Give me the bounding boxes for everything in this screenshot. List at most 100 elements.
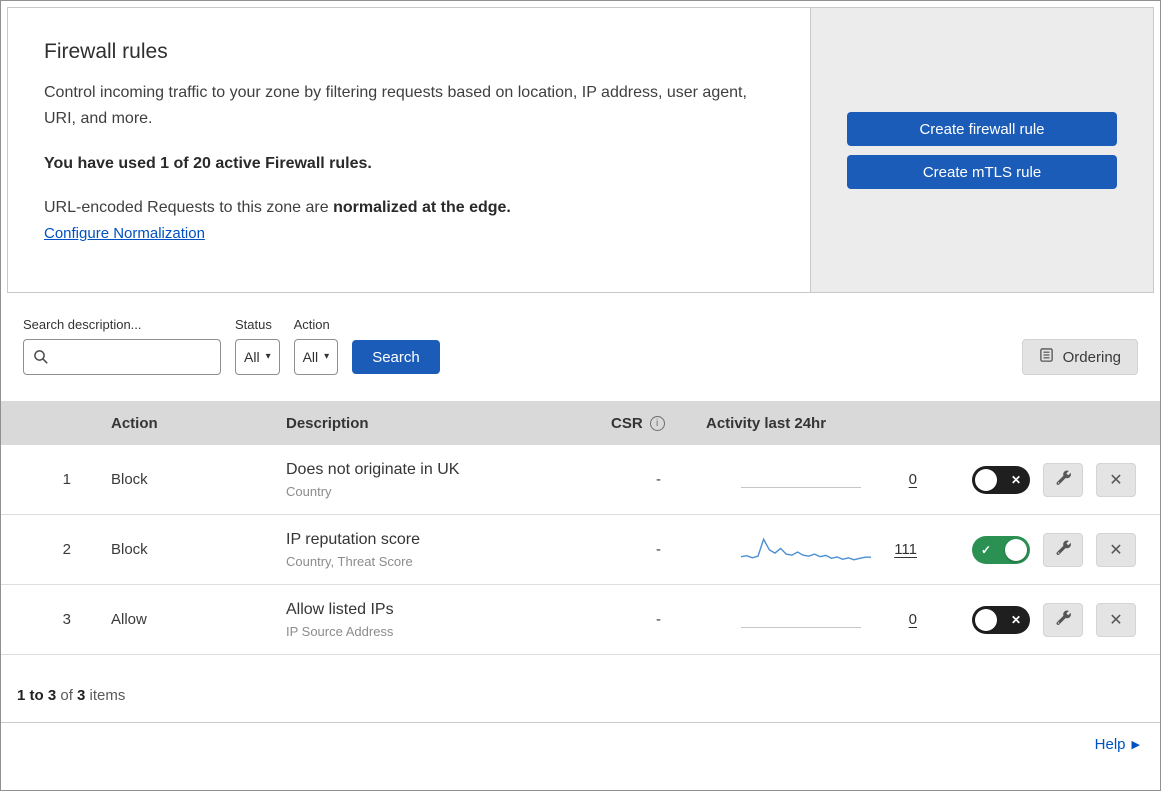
search-input[interactable] — [23, 339, 221, 375]
activity-empty-line — [741, 626, 861, 628]
column-action: Action — [111, 414, 158, 432]
rule-fields: IP Source Address — [286, 623, 394, 639]
delete-rule-button[interactable]: ✕ — [1096, 602, 1136, 637]
rule-description-cell: Allow listed IPs IP Source Address — [286, 601, 611, 639]
rule-csr-value: - — [656, 611, 661, 628]
rule-action: Block — [111, 471, 148, 488]
toggle-knob — [975, 608, 997, 631]
action-filter-select[interactable]: All ▾ — [293, 339, 339, 375]
table-row: 2 Block IP reputation score Country, Thr… — [1, 515, 1160, 585]
page-title: Firewall rules — [44, 40, 168, 63]
activity-count-link[interactable]: 111 — [885, 541, 917, 558]
filter-bar: Search description... Status All ▾ Actio… — [1, 293, 1160, 401]
normalization-prefix: URL-encoded Requests to this zone are — [44, 199, 334, 217]
ordering-button[interactable]: Ordering — [1021, 339, 1138, 375]
activity-count-link[interactable]: 0 — [885, 611, 917, 628]
usage-summary: You have used 1 of 20 active Firewall ru… — [44, 155, 372, 173]
wrench-icon — [1055, 540, 1071, 560]
configure-normalization-link[interactable]: Configure Normalization — [44, 225, 205, 242]
column-csr-label: CSR — [611, 414, 643, 432]
rule-controls: ✕ ✕ — [931, 462, 1160, 497]
rule-priority: 1 — [62, 471, 71, 488]
rule-controls: ✕ ✕ — [931, 602, 1160, 637]
rule-action: Allow — [111, 611, 147, 628]
rule-controls: ✓ ✕ — [931, 532, 1160, 567]
column-description: Description — [286, 414, 369, 432]
pagination-summary: 1 to 3 of 3 items — [1, 655, 1160, 722]
table-row: 1 Block Does not originate in UK Country… — [1, 445, 1160, 515]
rule-activity-cell: 0 — [706, 463, 931, 497]
firewall-rules-page: Firewall rules Control incoming traffic … — [0, 0, 1161, 791]
close-icon: ✕ — [1109, 471, 1123, 489]
rule-action: Block — [111, 541, 148, 558]
search-label: Search description... — [23, 317, 142, 332]
wrench-icon — [1055, 610, 1071, 630]
create-mtls-rule-button[interactable]: Create mTLS rule — [847, 155, 1117, 189]
delete-rule-button[interactable]: ✕ — [1096, 462, 1136, 497]
rule-description[interactable]: IP reputation score — [286, 531, 611, 549]
activity-sparkline — [741, 463, 871, 497]
ordering-icon — [1039, 347, 1054, 367]
rule-enabled-toggle[interactable]: ✕ — [972, 465, 1030, 494]
normalization-note: URL-encoded Requests to this zone are no… — [44, 199, 770, 217]
chevron-down-icon: ▾ — [324, 351, 330, 362]
delete-rule-button[interactable]: ✕ — [1096, 532, 1136, 567]
overview-card: Firewall rules Control incoming traffic … — [7, 7, 1154, 293]
help-arrow-icon: ▶ — [1131, 739, 1140, 751]
close-icon: ✕ — [1109, 541, 1123, 559]
pagination-of: of — [56, 687, 78, 704]
toggle-knob — [975, 468, 997, 491]
rule-activity-cell: 0 — [706, 603, 931, 637]
activity-sparkline — [741, 603, 871, 637]
rule-csr-value: - — [656, 541, 661, 558]
table-header: Action Description CSR i Activity last 2… — [1, 401, 1160, 445]
ordering-button-label: Ordering — [1062, 348, 1121, 366]
status-label: Status — [235, 317, 272, 332]
info-icon[interactable]: i — [649, 415, 665, 431]
action-label: Action — [293, 317, 330, 332]
edit-rule-button[interactable] — [1043, 602, 1083, 637]
edit-rule-button[interactable] — [1043, 532, 1083, 567]
rule-description-cell: Does not originate in UK Country — [286, 461, 611, 499]
rule-description[interactable]: Does not originate in UK — [286, 461, 611, 479]
close-icon: ✕ — [1109, 611, 1123, 629]
edit-rule-button[interactable] — [1043, 462, 1083, 497]
rule-priority: 3 — [62, 611, 71, 628]
normalization-bold: normalized at the edge. — [333, 199, 511, 217]
rule-description[interactable]: Allow listed IPs — [286, 601, 611, 619]
create-firewall-rule-button[interactable]: Create firewall rule — [847, 112, 1117, 146]
help-link[interactable]: Help ▶ — [1095, 736, 1140, 753]
rule-activity-cell: 111 — [706, 533, 931, 567]
rule-fields: Country, Threat Score — [286, 553, 413, 569]
status-filter-select[interactable]: All ▾ — [235, 339, 280, 375]
action-filter-field: Action All ▾ — [293, 317, 339, 375]
column-activity: Activity last 24hr — [706, 414, 827, 432]
pagination-items: items — [85, 687, 126, 704]
chevron-down-icon: ▾ — [265, 351, 271, 362]
table-row: 3 Allow Allow listed IPs IP Source Addre… — [1, 585, 1160, 655]
page-description: Control incoming traffic to your zone by… — [44, 84, 747, 127]
activity-empty-line — [741, 486, 861, 488]
overview-text-panel: Firewall rules Control incoming traffic … — [8, 8, 811, 292]
rule-priority: 2 — [62, 541, 71, 558]
activity-sparkline — [740, 533, 871, 567]
rule-enabled-toggle[interactable]: ✕ — [972, 605, 1030, 634]
search-field: Search description... — [23, 317, 221, 375]
action-filter-value: All — [302, 349, 319, 365]
wrench-icon — [1055, 470, 1071, 490]
activity-count-link[interactable]: 0 — [885, 471, 917, 488]
column-csr: CSR i — [611, 415, 706, 432]
search-icon — [33, 349, 49, 370]
toggle-state-icon: ✓ — [981, 542, 992, 557]
help-link-label: Help — [1094, 736, 1126, 753]
pagination-range: 1 to 3 — [17, 687, 57, 704]
search-input-wrap — [23, 339, 221, 375]
rule-csr-value: - — [656, 471, 661, 488]
rule-enabled-toggle[interactable]: ✓ — [972, 535, 1030, 564]
actions-panel: Create firewall rule Create mTLS rule — [811, 8, 1153, 292]
rule-description-cell: IP reputation score Country, Threat Scor… — [286, 531, 611, 569]
status-filter-value: All — [244, 349, 260, 365]
search-button[interactable]: Search — [352, 340, 440, 374]
status-filter-field: Status All ▾ — [235, 317, 280, 375]
toggle-state-icon: ✕ — [1010, 612, 1021, 627]
